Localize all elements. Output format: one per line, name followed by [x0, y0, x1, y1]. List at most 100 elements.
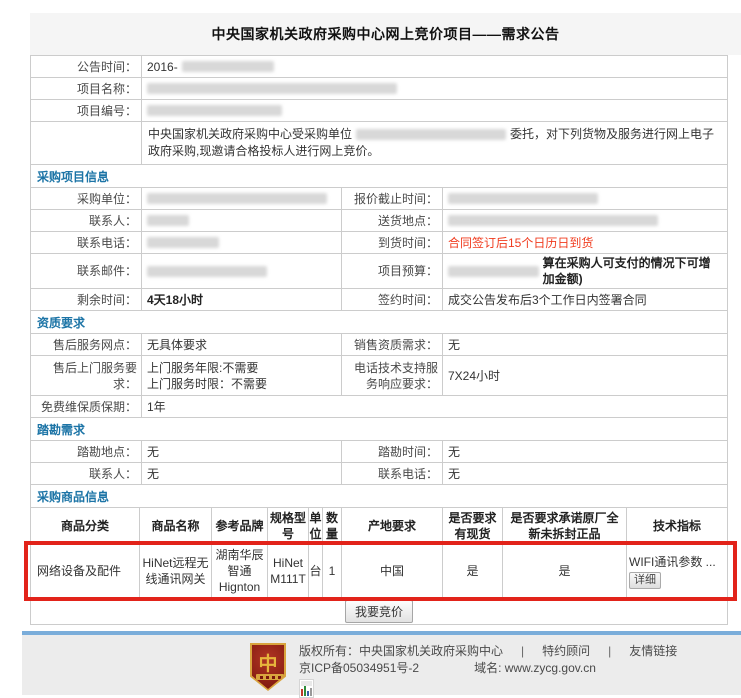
product-name: HiNet远程无线通讯网关	[139, 545, 211, 597]
footer-text-block: 版权所有：中央国家机关政府采购中心 | 特约顾问 | 友情链接 京ICP备0503495…	[299, 643, 677, 698]
page-title: 中央国家机关政府采购中心网上竞价项目——需求公告	[212, 24, 560, 44]
survey-time-label: 踏勘时间：	[341, 441, 442, 462]
separator: |	[608, 644, 611, 658]
col-origin: 产地要求	[341, 508, 442, 544]
sign-time-value: 成交公告发布后3个工作日内签署合同	[442, 289, 727, 310]
redacted-value	[448, 266, 539, 277]
bid-button-row: 我要竞价	[31, 598, 727, 624]
announce-time-value: 2016-	[141, 56, 727, 77]
row-project-number: 项目编号：	[31, 100, 727, 122]
survey-phone-value: 无	[442, 463, 727, 484]
footer-line2: 京ICP备05034951号-2 域名: www.zycg.gov.cn	[299, 660, 677, 677]
icp-text: 京ICP备05034951号-2	[299, 661, 419, 675]
remaining-time-value: 4天18小时	[141, 289, 341, 310]
project-name-value	[141, 78, 727, 99]
col-tech: 技术指标	[626, 508, 727, 544]
project-name-label: 项目名称：	[31, 78, 141, 99]
service-outlet-value: 无具体要求	[141, 334, 341, 355]
survey-contact-label: 联系人：	[31, 463, 141, 484]
arrival-time-label: 到货时间：	[341, 232, 442, 253]
section-qualification: 资质要求	[31, 311, 727, 334]
sales-qualification-value: 无	[442, 334, 727, 355]
survey-place-label: 踏勘地点：	[31, 441, 141, 462]
survey-time-value: 无	[442, 441, 727, 462]
redacted-value	[448, 193, 598, 204]
redacted-value	[356, 129, 506, 140]
phone-value	[141, 232, 341, 253]
delivery-place-label: 送货地点：	[341, 210, 442, 231]
col-brand: 参考品牌	[211, 508, 267, 544]
page-title-band: 中央国家机关政府采购中心网上竞价项目——需求公告	[30, 13, 741, 55]
bid-button[interactable]: 我要竞价	[345, 600, 413, 623]
budget-label: 项目预算：	[341, 254, 442, 288]
row-survey-contact: 联系人： 无 联系电话： 无	[31, 463, 727, 485]
site-stats-badge[interactable]	[299, 679, 314, 698]
row-onsite-service: 售后上门服务要求： 上门服务年限:不需要 上门服务时限：不需要 电话技术支持服务…	[31, 356, 727, 396]
row-remaining-time: 剩余时间： 4天18小时 签约时间： 成交公告发布后3个工作日内签署合同	[31, 289, 727, 311]
contact-value	[141, 210, 341, 231]
row-announce-time: 公告时间： 2016-	[31, 56, 727, 78]
redacted-value	[147, 215, 189, 226]
product-tech-cell: WIFI通讯参数 ... 详细	[626, 545, 727, 597]
copyright-text: 版权所有：中央国家机关政府采购中心	[299, 644, 503, 658]
row-intro: 中央国家机关政府采购中心受采购单位委托，对下列货物及服务进行网上电子政府采购,现…	[31, 122, 727, 165]
col-brand-new: 是否要求承诺原厂全新未拆封正品	[502, 508, 626, 544]
section-survey: 踏勘需求	[31, 418, 727, 441]
section-products: 采购商品信息	[31, 485, 727, 508]
warranty-label: 免费维保质保期：	[31, 396, 141, 417]
product-model: HiNet M111T	[267, 545, 308, 597]
row-warranty: 免费维保质保期： 1年	[31, 396, 727, 418]
redacted-value	[147, 237, 219, 248]
survey-phone-label: 联系电话：	[341, 463, 442, 484]
col-qty: 数量	[322, 508, 341, 544]
product-unit: 台	[308, 545, 322, 597]
consultant-link[interactable]: 特约顾问	[542, 644, 590, 658]
survey-contact-value: 无	[141, 463, 341, 484]
service-outlet-label: 售后服务网点：	[31, 334, 141, 355]
footer-line1: 版权所有：中央国家机关政府采购中心 | 特约顾问 | 友情链接	[299, 643, 677, 660]
phone-label: 联系电话：	[31, 232, 141, 253]
purchase-unit-label: 采购单位：	[31, 188, 141, 209]
intro-text: 中央国家机关政府采购中心受采购单位委托，对下列货物及服务进行网上电子政府采购,现…	[141, 122, 727, 164]
remaining-time-label: 剩余时间：	[31, 289, 141, 310]
product-tech-summary: WIFI通讯参数 ...	[629, 554, 716, 570]
email-label: 联系邮件：	[31, 254, 141, 288]
product-brand-new: 是	[502, 545, 626, 597]
phone-support-label: 电话技术支持服务响应要求：	[341, 356, 442, 395]
intro-empty-label	[31, 122, 141, 164]
announcement-table: 公告时间： 2016- 项目名称： 项目编号： 中央国家机关政府采购中心受采购单…	[30, 55, 728, 625]
product-data-row: 网络设备及配件 HiNet远程无线通讯网关 湖南华辰智通Hignton HiNe…	[31, 545, 727, 598]
col-unit: 单位	[308, 508, 322, 544]
detail-button[interactable]: 详细	[629, 572, 661, 589]
budget-value: 算在采购人可支付的情况下可增加金额)	[442, 254, 727, 288]
delivery-place-value	[442, 210, 727, 231]
quote-deadline-label: 报价截止时间：	[341, 188, 442, 209]
phone-support-value: 7X24小时	[442, 356, 727, 395]
email-value	[141, 254, 341, 288]
product-brand: 湖南华辰智通Hignton	[211, 545, 267, 597]
friend-links-link[interactable]: 友情链接	[629, 644, 677, 658]
onsite-service-value: 上门服务年限:不需要 上门服务时限：不需要	[141, 356, 341, 395]
separator: |	[521, 644, 524, 658]
product-in-stock: 是	[442, 545, 502, 597]
col-name: 商品名称	[139, 508, 211, 544]
row-contact-email: 联系邮件： 项目预算： 算在采购人可支付的情况下可增加金额)	[31, 254, 727, 289]
survey-place-value: 无	[141, 441, 341, 462]
purchase-unit-value	[141, 188, 341, 209]
domain-text: 域名: www.zycg.gov.cn	[474, 661, 596, 675]
product-header-row: 商品分类 商品名称 参考品牌 规格型号 单位 数量 产地要求 是否要求有现货 是…	[31, 508, 727, 545]
row-service-outlet: 售后服务网点： 无具体要求 销售资质需求： 无	[31, 334, 727, 356]
product-category: 网络设备及配件	[31, 545, 139, 597]
redacted-value	[147, 83, 397, 94]
redacted-value	[448, 215, 658, 226]
footer: 中 版权所有：中央国家机关政府采购中心|特约顾问|友情链接 京ICP备05034…	[22, 635, 741, 695]
row-project-name: 项目名称：	[31, 78, 727, 100]
onsite-service-label: 售后上门服务要求：	[31, 356, 141, 395]
sign-time-label: 签约时间：	[341, 289, 442, 310]
row-contact-phone: 联系电话： 到货时间： 合同签订后15个日历日到货	[31, 232, 727, 254]
contact-label: 联系人：	[31, 210, 141, 231]
product-qty: 1	[322, 545, 341, 597]
project-number-value	[141, 100, 727, 121]
announce-time-label: 公告时间：	[31, 56, 141, 77]
col-category: 商品分类	[31, 508, 139, 544]
